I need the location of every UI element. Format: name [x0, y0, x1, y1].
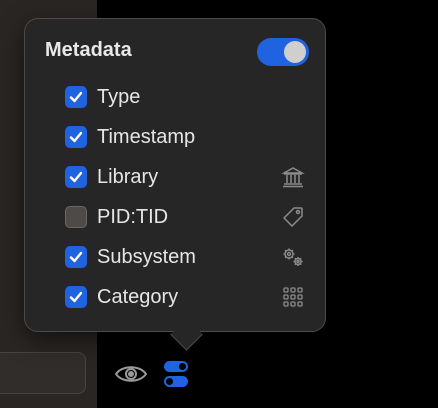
tag-icon [283, 207, 303, 227]
row-library[interactable]: Library [65, 161, 305, 193]
category-label: Category [97, 285, 179, 308]
subsystem-label: Subsystem [97, 245, 196, 268]
popover-title: Metadata [45, 39, 132, 61]
timestamp-checkbox[interactable] [65, 126, 87, 148]
toggle-knob [284, 41, 306, 63]
pid-tid-label: PID:TID [97, 205, 169, 228]
row-type[interactable]: Type [65, 81, 305, 113]
building-columns-icon [281, 167, 305, 188]
timestamp-label: Timestamp [97, 125, 196, 148]
subsystem-checkbox[interactable] [65, 246, 87, 268]
pid-tid-checkbox[interactable] [65, 206, 87, 228]
gears-icon [283, 248, 303, 266]
type-label: Type [97, 85, 141, 108]
row-timestamp[interactable]: Timestamp [65, 121, 305, 153]
toggles-icon[interactable] [162, 359, 190, 389]
row-subsystem[interactable]: Subsystem [65, 241, 305, 273]
library-label: Library [97, 165, 159, 188]
category-checkbox[interactable] [65, 286, 87, 308]
row-pid-tid[interactable]: PID:TID [65, 201, 305, 233]
eye-icon[interactable] [114, 360, 148, 388]
row-category[interactable]: Category [65, 281, 305, 313]
type-checkbox[interactable] [65, 86, 87, 108]
grid-icon [283, 287, 303, 307]
metadata-popover: Metadata Type Timestamp Library PID:TID [24, 18, 326, 351]
popover-arrow [170, 318, 203, 351]
library-checkbox[interactable] [65, 166, 87, 188]
filter-field[interactable] [0, 352, 86, 394]
metadata-master-toggle[interactable] [257, 38, 309, 66]
